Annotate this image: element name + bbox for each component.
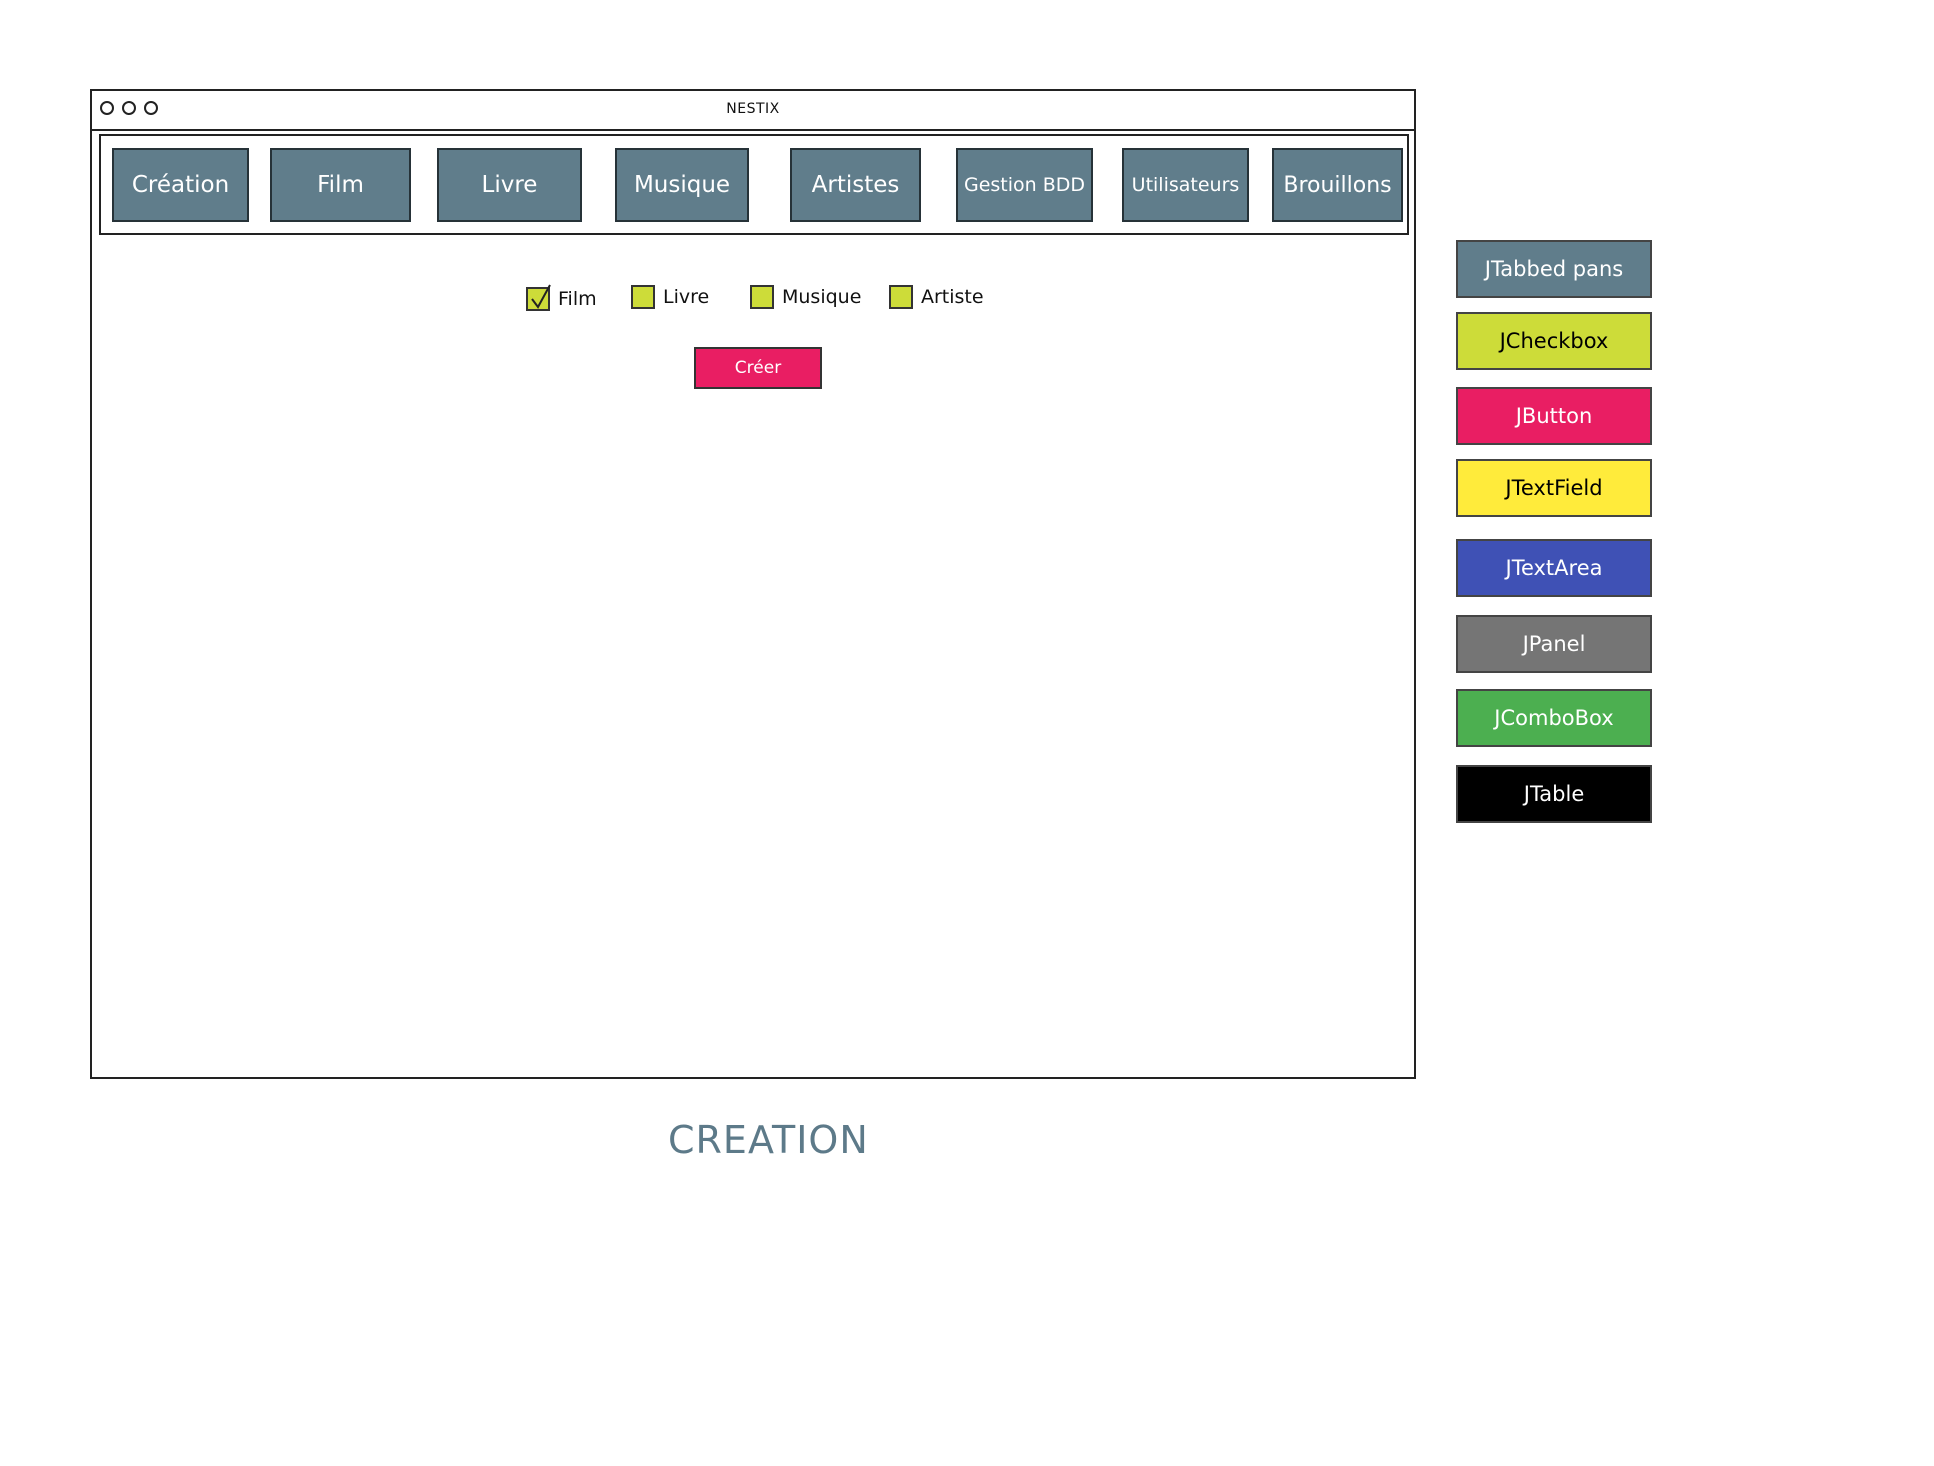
tab-bar: Création Film Livre Musique Artistes Ges… — [99, 134, 1409, 235]
tab-creation[interactable]: Création — [112, 148, 249, 222]
checkbox-label: Musique — [782, 286, 862, 308]
checkbox-box[interactable] — [889, 285, 913, 309]
tab-musique[interactable]: Musique — [615, 148, 749, 222]
legend-jtable: JTable — [1456, 765, 1652, 823]
checkbox-label: Livre — [663, 286, 710, 308]
tab-film[interactable]: Film — [270, 148, 411, 222]
checkbox-label: Film — [558, 288, 597, 310]
checkbox-label: Artiste — [921, 286, 984, 308]
screen-caption: CREATION — [668, 1118, 869, 1162]
legend-jtextarea: JTextArea — [1456, 539, 1652, 597]
legend-jtabbedpane: JTabbed pans — [1456, 240, 1652, 298]
tab-utilisateurs[interactable]: Utilisateurs — [1122, 148, 1249, 222]
create-button[interactable]: Créer — [694, 347, 822, 389]
legend-jbutton: JButton — [1456, 387, 1652, 445]
legend-jpanel: JPanel — [1456, 615, 1652, 673]
checkmark-icon — [531, 284, 551, 309]
checkbox-livre[interactable]: Livre — [631, 285, 709, 309]
legend-jtextfield: JTextField — [1456, 459, 1652, 517]
tab-artistes[interactable]: Artistes — [790, 148, 921, 222]
checkbox-box[interactable] — [631, 285, 655, 309]
app-window: NESTIX Création Film Livre Musique Artis… — [90, 89, 1416, 1079]
tab-gestion-bdd[interactable]: Gestion BDD — [956, 148, 1093, 222]
legend-jcheckbox: JCheckbox — [1456, 312, 1652, 370]
checkbox-box[interactable] — [750, 285, 774, 309]
type-checkbox-group: Film Livre Musique Artiste — [92, 281, 1414, 321]
checkbox-box[interactable] — [526, 284, 551, 311]
title-bar: NESTIX — [92, 91, 1414, 131]
legend-jcombobox: JComboBox — [1456, 689, 1652, 747]
checkbox-film[interactable]: Film — [526, 284, 597, 311]
tab-brouillons[interactable]: Brouillons — [1272, 148, 1403, 222]
tab-livre[interactable]: Livre — [437, 148, 582, 222]
checkbox-artiste[interactable]: Artiste — [889, 285, 984, 309]
checkbox-musique[interactable]: Musique — [750, 285, 861, 309]
window-title: NESTIX — [726, 101, 780, 117]
